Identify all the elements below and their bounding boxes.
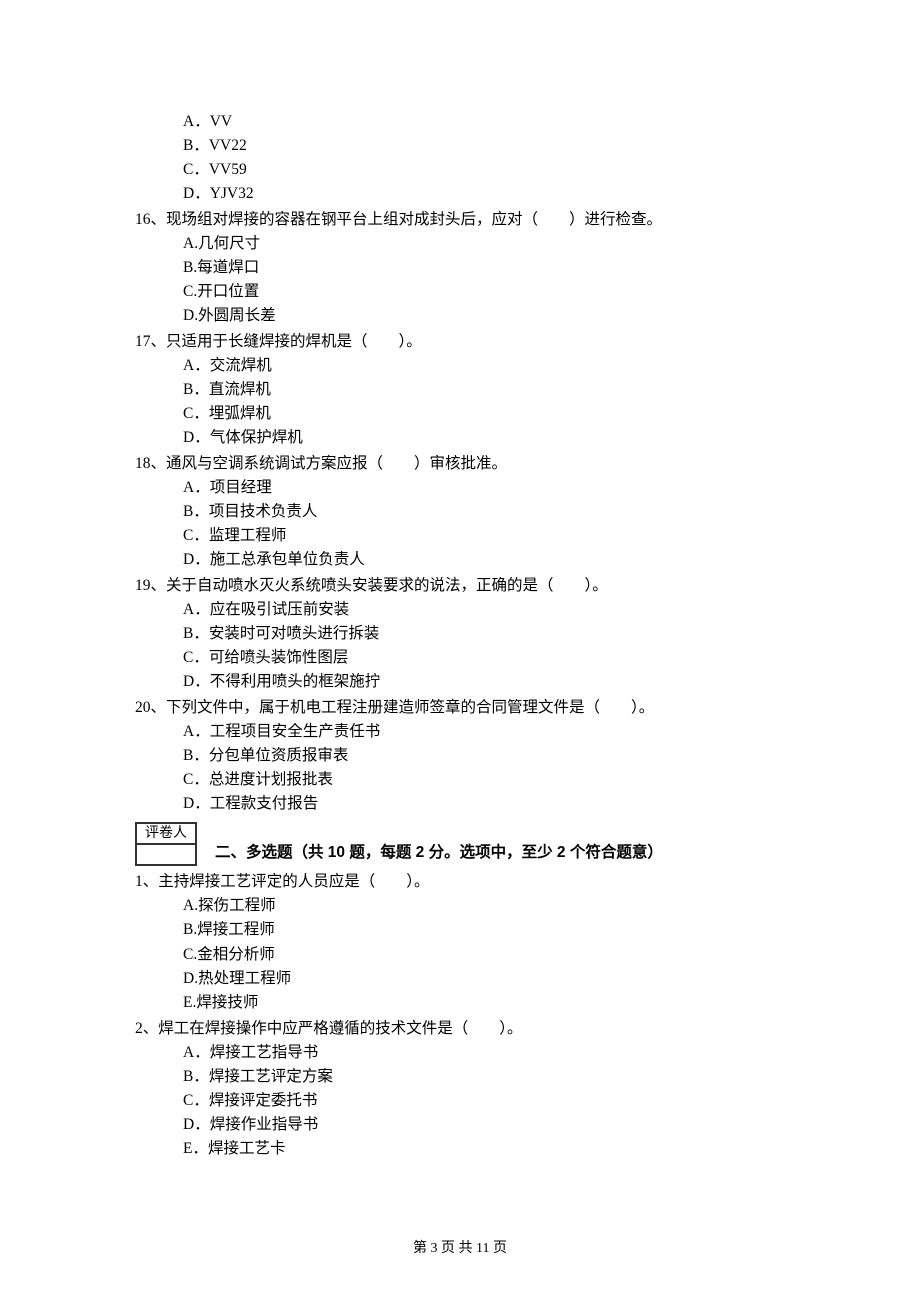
- q18-options: A．项目经理 B．项目技术负责人 C．监理工程师 D．施工总承包单位负责人: [135, 476, 805, 572]
- q20-option-b: B．分包单位资质报审表: [183, 744, 805, 768]
- mq1-option-e: E.焊接技师: [183, 991, 805, 1015]
- q19-options: A．应在吸引试压前安装 B．安装时可对喷头进行拆装 C．可给喷头装饰性图层 D．…: [135, 598, 805, 694]
- q17-options: A．交流焊机 B．直流焊机 C．埋弧焊机 D．气体保护焊机: [135, 354, 805, 450]
- section2-heading: 二、多选题（共 10 题，每题 2 分。选项中，至少 2 个符合题意）: [215, 841, 663, 866]
- q17-option-b: B．直流焊机: [183, 378, 805, 402]
- q19-stem: 19、关于自动喷水灭火系统喷头安装要求的说法，正确的是（ ）。: [135, 574, 805, 598]
- q16-option-c: C.开口位置: [183, 280, 805, 304]
- q18-stem: 18、通风与空调系统调试方案应报（ ）审核批准。: [135, 452, 805, 476]
- q17-stem: 17、只适用于长缝焊接的焊机是（ ）。: [135, 330, 805, 354]
- mq2-option-c: C．焊接评定委托书: [183, 1089, 805, 1113]
- mq2-options: A．焊接工艺指导书 B．焊接工艺评定方案 C．焊接评定委托书 D．焊接作业指导书…: [135, 1041, 805, 1161]
- q18-option-a: A．项目经理: [183, 476, 805, 500]
- q19-option-b: B．安装时可对喷头进行拆装: [183, 622, 805, 646]
- q19-option-c: C．可给喷头装饰性图层: [183, 646, 805, 670]
- exam-page: A．VV B．VV22 C．VV59 D．YJV32 16、现场组对焊接的容器在…: [0, 0, 920, 1302]
- q19-option-a: A．应在吸引试压前安装: [183, 598, 805, 622]
- q16-option-b: B.每道焊口: [183, 256, 805, 280]
- q20-options: A．工程项目安全生产责任书 B．分包单位资质报审表 C．总进度计划报批表 D．工…: [135, 720, 805, 816]
- page-footer: 第 3 页 共 11 页: [0, 1238, 920, 1260]
- section2-header-row: 评卷人 二、多选题（共 10 题，每题 2 分。选项中，至少 2 个符合题意）: [135, 816, 805, 866]
- q20-option-c: C．总进度计划报批表: [183, 768, 805, 792]
- mq1-options: A.探伤工程师 B.焊接工程师 C.金相分析师 D.热处理工程师 E.焊接技师: [135, 894, 805, 1014]
- q18-option-d: D．施工总承包单位负责人: [183, 548, 805, 572]
- mq1-option-a: A.探伤工程师: [183, 894, 805, 918]
- q20-option-a: A．工程项目安全生产责任书: [183, 720, 805, 744]
- mq2-option-d: D．焊接作业指导书: [183, 1113, 805, 1137]
- mq2-option-b: B．焊接工艺评定方案: [183, 1065, 805, 1089]
- q17-option-a: A．交流焊机: [183, 354, 805, 378]
- q17-option-d: D．气体保护焊机: [183, 426, 805, 450]
- q18-option-b: B．项目技术负责人: [183, 500, 805, 524]
- q16-option-a: A.几何尺寸: [183, 232, 805, 256]
- grader-blank: [136, 844, 196, 865]
- q18-option-c: C．监理工程师: [183, 524, 805, 548]
- q16-stem: 16、现场组对焊接的容器在钢平台上组对成封头后，应对（ ）进行检查。: [135, 208, 805, 232]
- grader-box: 评卷人: [135, 822, 197, 866]
- q15-option-c: C．VV59: [183, 158, 805, 182]
- q17-option-c: C．埋弧焊机: [183, 402, 805, 426]
- grader-label: 评卷人: [136, 823, 196, 844]
- mq2-stem: 2、焊工在焊接操作中应严格遵循的技术文件是（ ）。: [135, 1017, 805, 1041]
- q19-option-d: D．不得利用喷头的框架施拧: [183, 670, 805, 694]
- q15-option-d: D．YJV32: [183, 182, 805, 206]
- q16-options: A.几何尺寸 B.每道焊口 C.开口位置 D.外圆周长差: [135, 232, 805, 328]
- mq1-stem: 1、主持焊接工艺评定的人员应是（ ）。: [135, 870, 805, 894]
- q20-option-d: D．工程款支付报告: [183, 792, 805, 816]
- q16-option-d: D.外圆周长差: [183, 304, 805, 328]
- mq2-option-e: E．焊接工艺卡: [183, 1137, 805, 1161]
- q20-stem: 20、下列文件中，属于机电工程注册建造师签章的合同管理文件是（ ）。: [135, 696, 805, 720]
- mq2-option-a: A．焊接工艺指导书: [183, 1041, 805, 1065]
- mq1-option-d: D.热处理工程师: [183, 967, 805, 991]
- q15-option-a: A．VV: [183, 110, 805, 134]
- mq1-option-c: C.金相分析师: [183, 943, 805, 967]
- mq1-option-b: B.焊接工程师: [183, 918, 805, 942]
- q15-option-b: B．VV22: [183, 134, 805, 158]
- q15-options-continued: A．VV B．VV22 C．VV59 D．YJV32: [135, 110, 805, 206]
